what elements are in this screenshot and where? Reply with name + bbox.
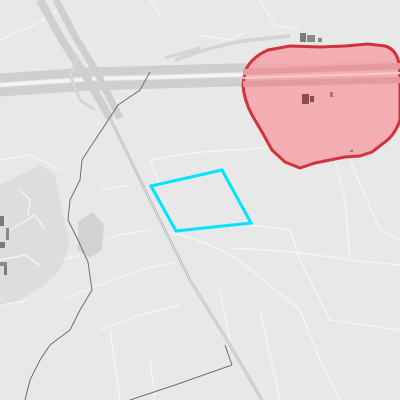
building [0,262,7,266]
building [307,35,315,42]
building [0,216,4,226]
building [302,94,309,104]
building [318,38,322,42]
building [0,242,5,248]
building [350,150,353,152]
building [310,96,314,102]
building [6,228,9,240]
building [300,33,306,42]
building [330,92,333,97]
building [4,266,7,275]
map-view[interactable] [0,0,400,400]
map-canvas[interactable] [0,0,400,400]
